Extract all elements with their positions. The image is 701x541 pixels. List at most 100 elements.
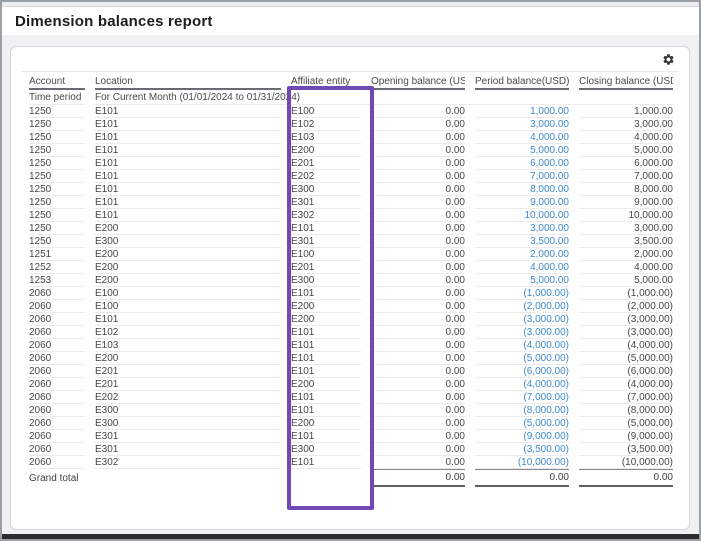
cell-account: 1253 xyxy=(29,274,85,287)
cell-location: E301 xyxy=(95,443,281,456)
cell-account: 2060 xyxy=(29,456,85,469)
cell-closing-balance: 8,000.00 xyxy=(579,183,673,196)
cell-account: 2060 xyxy=(29,378,85,391)
cell-period-balance-link[interactable]: (1,000.00) xyxy=(475,287,569,300)
cell-period-balance-link[interactable]: 9,000.00 xyxy=(475,196,569,209)
cell-affiliate-entity: E200 xyxy=(291,313,361,326)
cell-affiliate-entity: E301 xyxy=(291,235,361,248)
cell-account: 1250 xyxy=(29,222,85,235)
cell-period-balance-link[interactable]: (6,000.00) xyxy=(475,365,569,378)
report-table-container: Time period For Current Month (01/01/202… xyxy=(11,72,689,487)
cell-location: E101 xyxy=(95,105,281,118)
cell-location: E302 xyxy=(95,456,281,469)
cell-location: E200 xyxy=(95,248,281,261)
column-header-closing-balance: Closing balance (USD) xyxy=(579,74,673,90)
table-row: 2060 E301 E101 0.00 (9,000.00) (9,000.00… xyxy=(29,430,673,443)
cell-period-balance-link[interactable]: 2,000.00 xyxy=(475,248,569,261)
cell-account: 2060 xyxy=(29,339,85,352)
cell-period-balance-link[interactable]: 4,000.00 xyxy=(475,261,569,274)
gear-icon xyxy=(662,53,675,66)
cell-closing-balance: (8,000.00) xyxy=(579,404,673,417)
column-header-location: Location xyxy=(95,74,281,90)
cell-opening-balance: 0.00 xyxy=(371,430,465,443)
cell-period-balance-link[interactable]: (2,000.00) xyxy=(475,300,569,313)
cell-period-balance-link[interactable]: 3,000.00 xyxy=(475,222,569,235)
cell-opening-balance: 0.00 xyxy=(371,313,465,326)
table-row: 2060 E100 E101 0.00 (1,000.00) (1,000.00… xyxy=(29,287,673,300)
cell-closing-balance: (4,000.00) xyxy=(579,378,673,391)
cell-closing-balance: 6,000.00 xyxy=(579,157,673,170)
cell-location: E201 xyxy=(95,365,281,378)
cell-location: E101 xyxy=(95,183,281,196)
cell-period-balance-link[interactable]: (10,000.00) xyxy=(475,456,569,469)
cell-account: 2060 xyxy=(29,430,85,443)
cell-period-balance-link[interactable]: (5,000.00) xyxy=(475,352,569,365)
cell-opening-balance: 0.00 xyxy=(371,183,465,196)
grand-total-closing: 0.00 xyxy=(579,469,673,487)
cell-affiliate-entity: E100 xyxy=(291,105,361,118)
cell-opening-balance: 0.00 xyxy=(371,339,465,352)
cell-location: E101 xyxy=(95,170,281,183)
cell-location: E200 xyxy=(95,222,281,235)
cell-closing-balance: (5,000.00) xyxy=(579,417,673,430)
cell-account: 1250 xyxy=(29,170,85,183)
cell-period-balance-link[interactable]: (5,000.00) xyxy=(475,417,569,430)
cell-affiliate-entity: E100 xyxy=(291,248,361,261)
cell-opening-balance: 0.00 xyxy=(371,209,465,222)
cell-period-balance-link[interactable]: (3,000.00) xyxy=(475,326,569,339)
cell-affiliate-entity: E202 xyxy=(291,170,361,183)
cell-opening-balance: 0.00 xyxy=(371,287,465,300)
cell-opening-balance: 0.00 xyxy=(371,170,465,183)
cell-period-balance-link[interactable]: 10,000.00 xyxy=(475,209,569,222)
grand-total-row: Grand total 0.00 0.00 0.00 xyxy=(29,469,673,487)
cell-affiliate-entity: E300 xyxy=(291,274,361,287)
table-row: 1251 E200 E100 0.00 2,000.00 2,000.00 xyxy=(29,248,673,261)
cell-affiliate-entity: E200 xyxy=(291,417,361,430)
cell-period-balance-link[interactable]: 1,000.00 xyxy=(475,105,569,118)
cell-affiliate-entity: E201 xyxy=(291,157,361,170)
report-window: Dimension balances report xyxy=(0,0,701,541)
time-period-label: Time period xyxy=(29,90,85,105)
cell-closing-balance: (10,000.00) xyxy=(579,456,673,469)
cell-opening-balance: 0.00 xyxy=(371,235,465,248)
cell-period-balance-link[interactable]: (9,000.00) xyxy=(475,430,569,443)
cell-period-balance-link[interactable]: 4,000.00 xyxy=(475,131,569,144)
cell-period-balance-link[interactable]: (3,500.00) xyxy=(475,443,569,456)
cell-location: E101 xyxy=(95,157,281,170)
cell-opening-balance: 0.00 xyxy=(371,131,465,144)
cell-account: 2060 xyxy=(29,326,85,339)
cell-location: E200 xyxy=(95,261,281,274)
settings-gear-icon[interactable] xyxy=(660,51,676,67)
panel-toolbar xyxy=(21,47,679,72)
page-title: Dimension balances report xyxy=(15,13,213,30)
cell-period-balance-link[interactable]: (3,000.00) xyxy=(475,313,569,326)
cell-affiliate-entity: E302 xyxy=(291,209,361,222)
cell-location: E202 xyxy=(95,391,281,404)
cell-period-balance-link[interactable]: (7,000.00) xyxy=(475,391,569,404)
balances-table: Time period For Current Month (01/01/202… xyxy=(19,74,683,487)
cell-account: 2060 xyxy=(29,352,85,365)
cell-period-balance-link[interactable]: 8,000.00 xyxy=(475,183,569,196)
cell-period-balance-link[interactable]: 5,000.00 xyxy=(475,144,569,157)
cell-account: 1250 xyxy=(29,131,85,144)
cell-closing-balance: 4,000.00 xyxy=(579,131,673,144)
cell-period-balance-link[interactable]: 3,500.00 xyxy=(475,235,569,248)
cell-period-balance-link[interactable]: (4,000.00) xyxy=(475,339,569,352)
cell-account: 1252 xyxy=(29,261,85,274)
cell-closing-balance: (9,000.00) xyxy=(579,430,673,443)
table-row: 1250 E101 E102 0.00 3,000.00 3,000.00 xyxy=(29,118,673,131)
cell-affiliate-entity: E101 xyxy=(291,352,361,365)
grand-total-label: Grand total xyxy=(29,469,361,487)
cell-period-balance-link[interactable]: 6,000.00 xyxy=(475,157,569,170)
cell-period-balance-link[interactable]: 3,000.00 xyxy=(475,118,569,131)
table-row: 1250 E101 E200 0.00 5,000.00 5,000.00 xyxy=(29,144,673,157)
cell-affiliate-entity: E101 xyxy=(291,222,361,235)
cell-account: 2060 xyxy=(29,300,85,313)
report-panel: Time period For Current Month (01/01/202… xyxy=(10,46,690,530)
cell-opening-balance: 0.00 xyxy=(371,456,465,469)
cell-period-balance-link[interactable]: (8,000.00) xyxy=(475,404,569,417)
cell-affiliate-entity: E101 xyxy=(291,287,361,300)
cell-period-balance-link[interactable]: 7,000.00 xyxy=(475,170,569,183)
cell-period-balance-link[interactable]: 5,000.00 xyxy=(475,274,569,287)
cell-period-balance-link[interactable]: (4,000.00) xyxy=(475,378,569,391)
